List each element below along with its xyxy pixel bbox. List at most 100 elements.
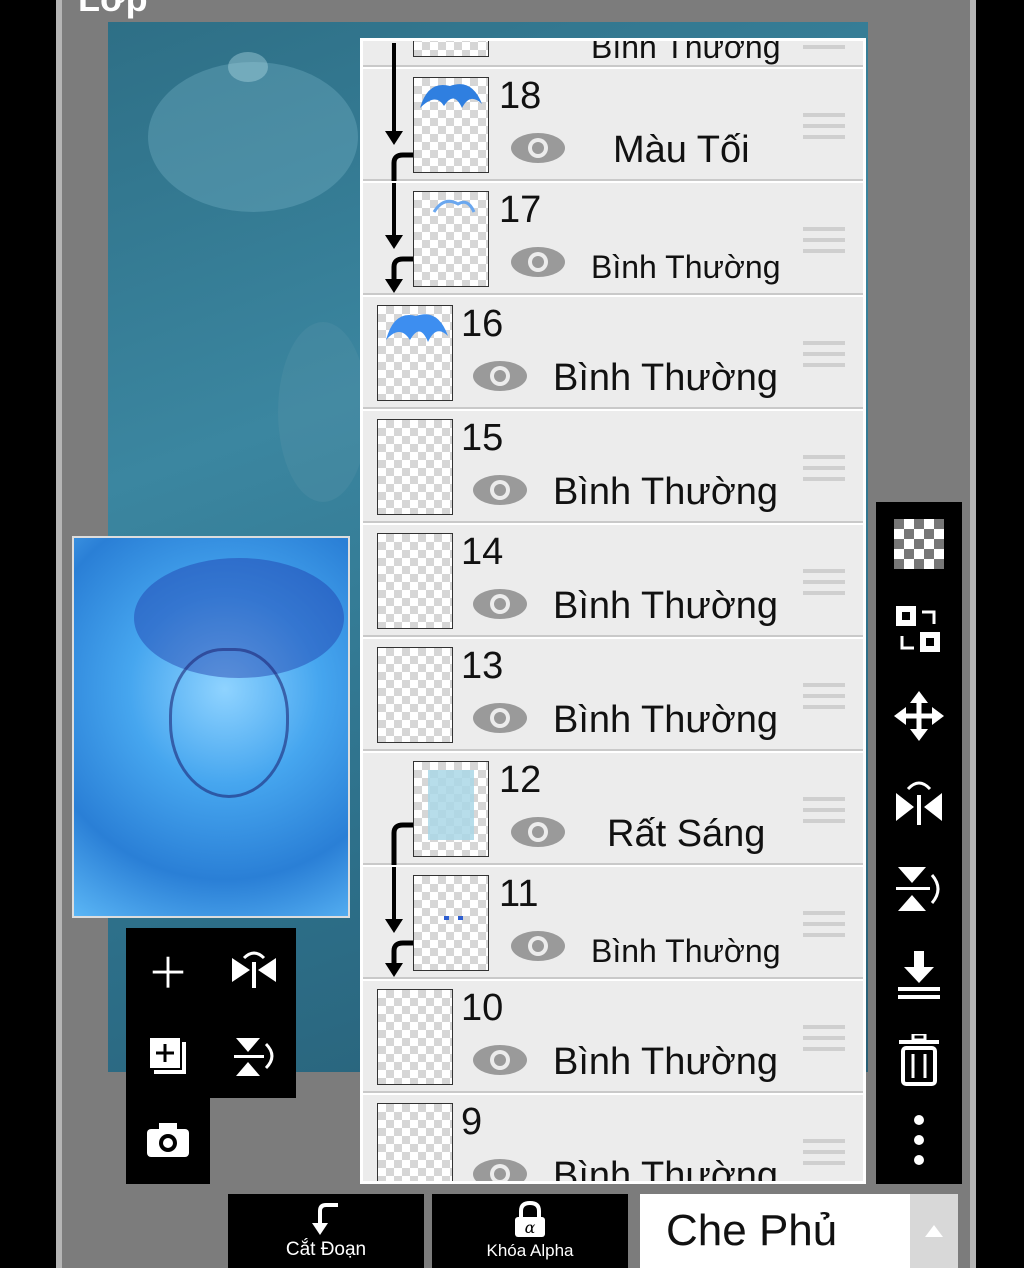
visibility-eye-icon[interactable]	[471, 473, 529, 507]
drag-handle-icon[interactable]	[803, 341, 845, 371]
clipping-button[interactable]: Cắt Đoạn	[228, 1194, 424, 1268]
layer-row[interactable]: 13 Bình Thường	[363, 639, 863, 751]
layer-row[interactable]: 16 Bình Thường	[363, 297, 863, 409]
flip-vertical-icon	[896, 867, 940, 911]
transparency-button[interactable]	[876, 502, 962, 586]
layer-row[interactable]: 11 Bình Thường	[363, 867, 863, 979]
move-button[interactable]	[876, 674, 962, 758]
clipping-arrow-icon	[312, 1203, 338, 1235]
visibility-eye-icon[interactable]	[471, 587, 529, 621]
layer-row[interactable]: 10 Bình Thường	[363, 981, 863, 1093]
clipping-label: Cắt Đoạn	[285, 1239, 367, 1260]
layer-row[interactable]: Bình Thường	[363, 41, 863, 67]
flip-horizontal-button[interactable]	[876, 760, 962, 844]
flip-vertical-button[interactable]	[212, 1014, 296, 1098]
layer-number: 14	[461, 531, 504, 573]
flip-horizontal-icon	[232, 951, 276, 988]
visibility-eye-icon[interactable]	[509, 245, 567, 279]
layer-blend-mode: Bình Thường	[591, 249, 781, 285]
layer-row[interactable]: 15 Bình Thường	[363, 411, 863, 523]
drag-handle-icon[interactable]	[803, 683, 845, 713]
blend-mode-value: Che Phủ	[666, 1206, 838, 1255]
layer-number: 10	[461, 987, 504, 1029]
add-copy-icon	[148, 1036, 186, 1074]
flip-vertical-button[interactable]	[876, 846, 962, 930]
panel-title: Lớp	[78, 0, 148, 20]
camera-icon	[147, 1123, 189, 1157]
layer-blend-mode: Màu Tối	[613, 129, 750, 171]
layer-blend-mode: Rất Sáng	[607, 813, 766, 855]
layer-number: 11	[499, 873, 539, 915]
visibility-eye-icon[interactable]	[471, 1157, 529, 1184]
flip-horizontal-icon	[896, 781, 942, 825]
layer-number: 15	[461, 417, 504, 459]
duplicate-layer-button[interactable]	[126, 1014, 210, 1098]
layer-blend-mode: Bình Thường	[553, 585, 779, 627]
more-options-button[interactable]	[876, 1098, 962, 1182]
alpha-lock-label: Khóa Alpha	[486, 1241, 574, 1260]
layer-number: 16	[461, 303, 504, 345]
visibility-eye-icon[interactable]	[471, 701, 529, 735]
add-layer-icon: ＋	[146, 949, 189, 997]
flip-vertical-icon	[234, 1038, 274, 1076]
svg-text:α: α	[525, 1218, 536, 1237]
swap-layers-button[interactable]	[876, 588, 962, 672]
layer-blend-mode: Bình Thường	[553, 1155, 779, 1184]
add-layer-button[interactable]: ＋	[126, 928, 210, 1012]
drag-handle-icon[interactable]	[803, 113, 845, 143]
layer-row[interactable]: 9 Bình Thường	[363, 1095, 863, 1184]
layer-row[interactable]: 14 Bình Thường	[363, 525, 863, 637]
drag-handle-icon[interactable]	[803, 1025, 845, 1055]
visibility-eye-icon[interactable]	[509, 815, 567, 849]
layer-thumbnail	[413, 41, 489, 57]
layer-thumbnail	[413, 875, 489, 971]
layer-number: 13	[461, 645, 504, 687]
delete-layer-button[interactable]	[876, 1018, 962, 1102]
visibility-eye-icon[interactable]	[471, 359, 529, 393]
layer-thumbnail	[377, 533, 453, 629]
layer-row[interactable]: 12 Rất Sáng	[363, 753, 863, 865]
merge-down-button[interactable]	[876, 932, 962, 1016]
drag-handle-icon[interactable]	[803, 227, 845, 257]
visibility-eye-icon[interactable]	[471, 1043, 529, 1077]
clipping-arrow-icon	[385, 183, 417, 293]
layer-row[interactable]: 18 Màu Tối	[363, 43, 863, 181]
drag-handle-icon[interactable]	[803, 569, 845, 599]
layer-thumbnail	[377, 989, 453, 1085]
drag-handle-icon[interactable]	[803, 1139, 845, 1169]
move-icon	[894, 691, 944, 741]
visibility-eye-icon[interactable]	[509, 131, 567, 165]
merge-down-icon	[898, 951, 940, 999]
transparency-icon	[894, 519, 944, 569]
layer-number: 18	[499, 75, 542, 117]
layer-row[interactable]: 17 Bình Thường	[363, 183, 863, 295]
layer-blend-mode: Bình Thường	[591, 933, 781, 969]
clipping-arrow-icon	[385, 867, 417, 977]
artwork-thumbnail[interactable]	[72, 536, 350, 918]
layer-number: 17	[499, 189, 542, 231]
trash-icon	[899, 1034, 939, 1086]
camera-tool-panel	[126, 1098, 210, 1184]
layer-thumbnail	[413, 761, 489, 857]
layer-number: 12	[499, 759, 542, 801]
layer-thumbnail	[377, 647, 453, 743]
layer-list[interactable]: Bình Thường 18 Màu Tối 17 Bình Thường 16…	[360, 38, 866, 1184]
dropdown-arrow-icon[interactable]	[910, 1194, 958, 1268]
more-icon	[914, 1115, 924, 1165]
flip-horizontal-button[interactable]	[212, 928, 296, 1012]
layer-thumbnail	[377, 1103, 453, 1181]
layer-actions-sidebar	[876, 502, 962, 1184]
lock-icon: α	[515, 1201, 545, 1237]
drag-handle-icon[interactable]	[803, 797, 845, 827]
visibility-eye-icon[interactable]	[509, 929, 567, 963]
blend-mode-select[interactable]: Che Phủ	[640, 1194, 958, 1268]
layer-blend-mode: Bình Thường	[553, 357, 779, 399]
alpha-lock-button[interactable]: α Khóa Alpha	[432, 1194, 628, 1268]
drag-handle-icon[interactable]	[803, 455, 845, 485]
drag-handle-icon[interactable]	[803, 911, 845, 941]
camera-button[interactable]	[126, 1098, 210, 1182]
clipping-arrow-icon	[385, 43, 417, 181]
layer-thumbnail	[413, 191, 489, 287]
swap-layers-icon	[896, 606, 940, 652]
layer-thumbnail	[377, 419, 453, 515]
